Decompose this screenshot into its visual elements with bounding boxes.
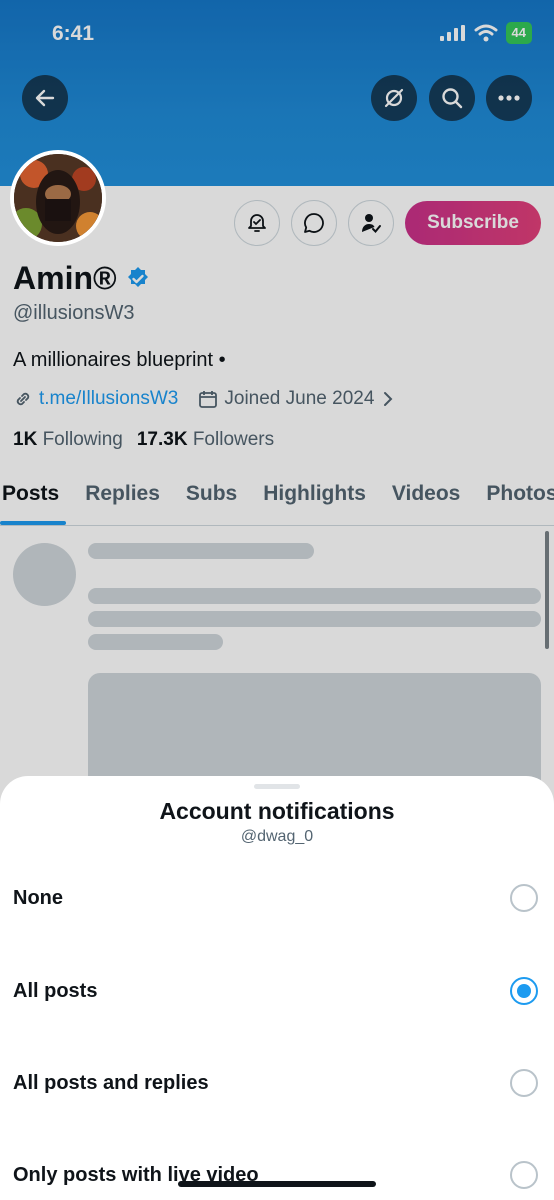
sheet-subtitle: @dwag_0	[240, 828, 314, 845]
option-label: All posts and replies	[13, 1071, 209, 1094]
radio-button[interactable]	[510, 884, 538, 912]
option-all-posts[interactable]: All posts	[0, 961, 554, 1021]
avatar-image	[14, 154, 102, 242]
option-live-video[interactable]: Only posts with live video	[0, 1145, 554, 1200]
option-none[interactable]: None	[0, 868, 554, 928]
option-label: None	[13, 886, 63, 909]
option-all-posts-and-replies[interactable]: All posts and replies	[0, 1053, 554, 1113]
sheet-grabber[interactable]	[254, 784, 300, 789]
avatar[interactable]	[10, 150, 106, 246]
notifications-sheet: Account notifications @dwag_0 None All p…	[0, 776, 554, 1200]
home-indicator[interactable]	[178, 1181, 376, 1187]
sheet-title: Account notifications	[159, 798, 395, 824]
radio-button[interactable]	[510, 1069, 538, 1097]
option-label: All posts	[13, 979, 98, 1002]
radio-button-selected[interactable]	[510, 977, 538, 1005]
radio-button[interactable]	[510, 1161, 538, 1189]
